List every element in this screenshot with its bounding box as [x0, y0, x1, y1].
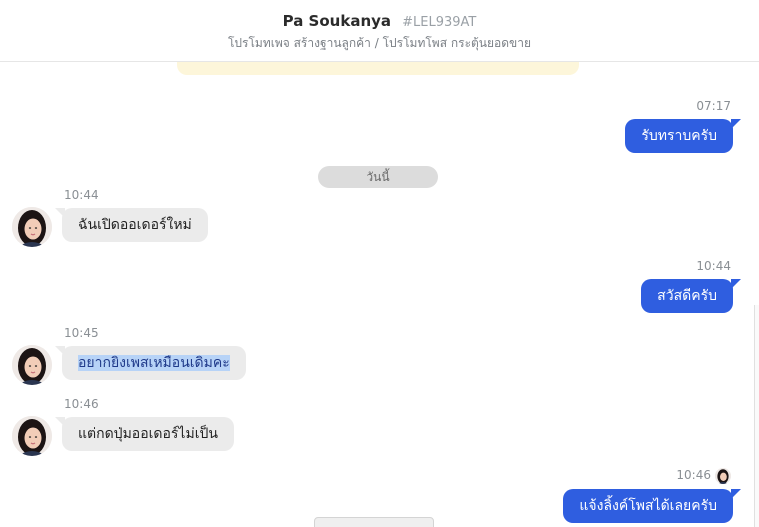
outgoing-message-bubble[interactable]: สวัสดีครับ — [641, 279, 741, 313]
outgoing-message-bubble[interactable]: รับทราบครับ — [625, 119, 741, 153]
message-time: 10:44 — [696, 259, 731, 273]
selected-message-text[interactable]: อยากยิงเพสเหมือนเดิมคะ — [78, 355, 230, 371]
message-time: 10:46 — [676, 468, 711, 482]
contact-avatar-icon[interactable] — [12, 345, 52, 385]
contact-name[interactable]: Pa Soukanya — [283, 12, 391, 30]
contact-subtitle: โปรโมทเพจ สร้างฐานลูกค้า / โปรโมทโพส กระ… — [227, 36, 532, 50]
message-time: 10:44 — [64, 188, 99, 202]
message-time: 10:46 — [64, 397, 99, 411]
scroll-to-latest-button[interactable] — [314, 517, 434, 527]
message-time: 07:17 — [696, 99, 731, 113]
outgoing-message-bubble[interactable]: แจ้งลิ้งค์โพสได้เลยครับ — [563, 489, 741, 523]
contact-avatar-icon[interactable] — [12, 416, 52, 456]
read-receipt-avatar-icon — [715, 468, 731, 484]
incoming-message-bubble[interactable]: แต่กดปุ่มออเดอร์ไม่เป็น — [55, 417, 234, 451]
chat-scrollbar[interactable] — [754, 305, 759, 527]
contact-code: #LEL939AT — [402, 15, 477, 30]
incoming-message-bubble[interactable]: อยากยิงเพสเหมือนเดิมคะ — [55, 346, 246, 380]
chat-header: Pa Soukanya #LEL939AT โปรโมทเพจ สร้างฐาน… — [0, 0, 759, 62]
date-separator: วันนี้ — [318, 166, 438, 188]
incoming-message-bubble[interactable]: ฉันเปิดออเดอร์ใหม่ — [55, 208, 208, 242]
contact-title-row: Pa Soukanya #LEL939AT — [0, 11, 759, 30]
message-time: 10:45 — [64, 326, 99, 340]
contact-avatar-icon[interactable] — [12, 207, 52, 247]
